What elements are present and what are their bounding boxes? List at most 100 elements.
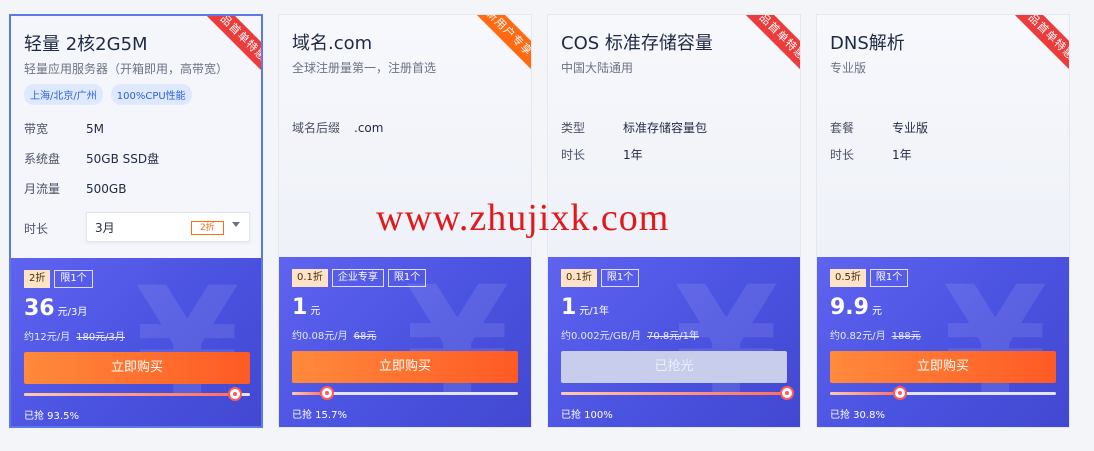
original-price: 180元/3月 [76, 332, 125, 343]
sales-progress [292, 386, 518, 400]
sold-percent: 已抢 30.8% [830, 410, 885, 421]
spec-value: 500GB [86, 182, 127, 196]
product-subtitle: 中国大陆通用 [561, 61, 634, 75]
sales-progress [830, 386, 1056, 400]
progress-fill [830, 392, 900, 395]
price: 1元 [292, 295, 320, 320]
price: 1 元/1年 [561, 295, 609, 320]
price-number: 36 [24, 296, 55, 321]
spec-row-duration: 时长 1年 [561, 146, 643, 163]
product-title: COS 标准存储容量 [561, 33, 713, 54]
discount-badge: 0.1折 [561, 269, 597, 287]
product-title: 轻量 2核2G5M [24, 34, 148, 55]
sales-progress [24, 387, 250, 401]
original-price: 188元 [891, 331, 921, 342]
price-number: 9.9 [830, 295, 869, 320]
discount-badge: 2折 [24, 270, 51, 288]
region-tag: 上海/北京/广州 [24, 84, 103, 105]
spec-value: .com [354, 121, 384, 135]
duration-select[interactable]: 3月 2折 [86, 212, 250, 242]
sold-percent: 已抢 100% [561, 410, 613, 421]
monthly-price: 约0.82元/月 188元 [830, 327, 921, 342]
spec-value: 1年 [892, 148, 912, 162]
progress-fill [24, 393, 236, 396]
card-top: 产品首单特惠 DNS解析 专业版 套餐 专业版 时长 1年 [817, 15, 1069, 257]
progress-rocket-icon [780, 386, 794, 400]
spec-value: 专业版 [892, 121, 929, 135]
monthly-text: 约12元/月 [24, 332, 71, 343]
sales-progress [561, 386, 794, 400]
price-unit: 元/1年 [579, 306, 610, 317]
spec-value: 5M [86, 122, 104, 136]
card-price-panel: ¥ 0.5折 限1个 9.9 元 约0.82元/月 188元 立即购买 已抢 30.… [817, 257, 1069, 427]
card-price-panel: ¥ 2折 限1个 36 元/3月 约12元/月 180元/3月 立即购买 已抢 93… [11, 258, 261, 426]
spec-key: 月流量 [24, 182, 61, 196]
card-price-panel: ¥ 0.1折 企业专享 限1个 1元 约0.08元/月 68元 立即购买 已抢 1… [279, 257, 531, 427]
buy-button[interactable]: 立即购买 [24, 352, 250, 384]
spec-key: 时长 [830, 148, 855, 162]
product-card-dns[interactable]: 产品首单特惠 DNS解析 专业版 套餐 专业版 时长 1年 ¥ 0.5折 限1个 9… [816, 14, 1070, 428]
spec-row-type: 类型 标准存储容量包 [561, 119, 707, 136]
discount-badges: 0.1折 限1个 [561, 269, 640, 287]
product-subtitle: 全球注册量第一，注册首选 [292, 61, 437, 75]
product-card-lighthouse[interactable]: 产品首单特惠 轻量 2核2G5M 轻量应用服务器（开箱即用，高带宽） 上海/北京… [9, 14, 263, 428]
monthly-text: 约0.002元/GB/月 [561, 331, 641, 342]
discount-badge: 0.1折 [292, 269, 328, 287]
spec-row-bandwidth: 带宽 5M [24, 120, 104, 137]
spec-key: 套餐 [830, 121, 855, 135]
price-number: 1 [561, 295, 577, 320]
duration-label: 时长 [24, 222, 49, 236]
discount-badges: 2折 限1个 [24, 270, 93, 288]
spec-row-package: 套餐 专业版 [830, 119, 928, 136]
sold-percent: 已抢 15.7% [292, 410, 347, 421]
spec-row-disk: 系统盘 50GB SSD盘 [24, 150, 159, 167]
progress-rocket-icon [320, 386, 335, 400]
price: 9.9 元 [830, 295, 882, 320]
spec-key: 系统盘 [24, 152, 61, 166]
monthly-price: 约0.002元/GB/月 70.8元/1年 [561, 327, 699, 342]
feature-tags: 上海/北京/广州 100%CPU性能 [24, 84, 192, 105]
promo-ribbon: 产品首单特惠 [1005, 15, 1069, 75]
price-unit: 元 [310, 306, 321, 317]
spec-key: 域名后缀 [292, 121, 341, 135]
monthly-text: 约0.82元/月 [830, 331, 886, 342]
discount-badges: 0.5折 限1个 [830, 269, 909, 287]
duration-value: 3月 [95, 221, 115, 235]
promo-ribbon: 新用户专享 [467, 15, 531, 75]
discount-badges: 0.1折 企业专享 限1个 [292, 269, 427, 287]
enterprise-badge: 企业专享 [331, 269, 384, 287]
spec-value: 标准存储容量包 [623, 121, 708, 135]
buy-button[interactable]: 立即购买 [292, 351, 518, 383]
spec-row-traffic: 月流量 500GB [24, 180, 126, 197]
limit-badge: 限1个 [869, 269, 909, 287]
original-price: 68元 [353, 331, 377, 342]
site-watermark: www.zhujixk.com [376, 197, 670, 239]
chevron-down-icon[interactable] [232, 222, 240, 227]
monthly-text: 约0.08元/月 [292, 331, 348, 342]
progress-fill [561, 392, 787, 395]
product-title: DNS解析 [830, 33, 905, 54]
product-subtitle: 轻量应用服务器（开箱即用，高带宽） [24, 62, 229, 76]
sold-percent: 已抢 93.5% [24, 411, 79, 422]
monthly-price: 约12元/月 180元/3月 [24, 328, 125, 343]
limit-badge: 限1个 [54, 270, 93, 288]
spec-row-duration: 时长 1年 [830, 146, 912, 163]
product-subtitle: 专业版 [830, 61, 867, 75]
cpu-tag: 100%CPU性能 [110, 84, 192, 105]
duration-discount-badge: 2折 [191, 221, 224, 235]
promo-ribbon: 产品首单特惠 [736, 15, 800, 75]
spec-row-suffix: 域名后缀 .com [292, 119, 383, 136]
monthly-price: 约0.08元/月 68元 [292, 327, 376, 342]
spec-key: 类型 [561, 121, 586, 135]
spec-key: 时长 [561, 148, 586, 162]
price: 36 元/3月 [24, 296, 87, 321]
product-title: 域名.com [292, 33, 373, 54]
card-price-panel: ¥ 0.1折 限1个 1 元/1年 约0.002元/GB/月 70.8元/1年 已抢… [548, 257, 800, 427]
card-top: 产品首单特惠 轻量 2核2G5M 轻量应用服务器（开箱即用，高带宽） 上海/北京… [11, 16, 261, 258]
spec-key: 带宽 [24, 122, 49, 136]
limit-badge: 限1个 [600, 269, 640, 287]
price-unit: 元/3月 [57, 307, 88, 318]
price-unit: 元 [871, 306, 882, 317]
discount-badge: 0.5折 [830, 269, 866, 287]
buy-button[interactable]: 立即购买 [830, 351, 1056, 383]
